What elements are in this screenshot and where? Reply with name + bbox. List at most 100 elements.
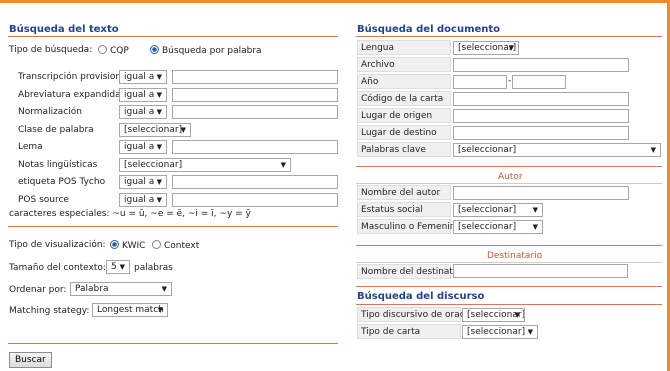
matching-value: Longest match (97, 305, 164, 315)
text-row-input[interactable] (172, 87, 338, 102)
text-row-operator[interactable]: igual a ▼ (119, 192, 167, 207)
year-to-input[interactable] (512, 75, 566, 89)
context-size-select[interactable]: 5 ▼ (106, 260, 130, 274)
text-row-operator[interactable]: igual a ▼ (119, 87, 167, 102)
order-select[interactable]: Palabra ▼ (70, 282, 172, 296)
doc-row-input[interactable] (453, 92, 629, 106)
doc-row-input[interactable] (453, 58, 629, 72)
chevron-down-icon: ▼ (527, 328, 533, 336)
autor-row-label: Nombre del autor (357, 185, 451, 200)
text-row-input[interactable] (172, 105, 338, 119)
doc-row-input[interactable] (453, 109, 629, 123)
text-row-operator[interactable]: igual a ▼ (119, 105, 167, 119)
year-dash: - (508, 76, 512, 86)
discurso-row-select-value: [seleccionar] (467, 327, 526, 337)
text-row-operator[interactable]: igual a ▼ (119, 70, 167, 84)
discurso-row-select[interactable]: [seleccionar] ▼ (462, 308, 525, 322)
discurso-title: Búsqueda del discurso (357, 291, 485, 302)
radio-cqp-label: CQP (110, 46, 129, 56)
autor-title: Autor (498, 172, 523, 182)
discurso-row-label: Tipo de carta (357, 324, 461, 339)
search-type-label: Tipo de búsqueda: (9, 45, 93, 55)
chevron-down-icon: ▼ (508, 44, 514, 52)
autor-row-input[interactable] (453, 186, 629, 200)
chevron-down-icon: ▼ (156, 143, 162, 151)
doc-row-select[interactable]: [seleccionar] ▼ (453, 143, 661, 157)
text-row-label: Normalización (18, 107, 82, 117)
text-row-label: Abreviatura expandida (18, 89, 121, 100)
year-from-input[interactable] (453, 75, 507, 89)
radio-cqp-icon[interactable] (98, 45, 107, 54)
buscar-button[interactable]: Buscar (9, 352, 52, 368)
text-row-operator-value: igual a (124, 177, 155, 187)
doc-row-select-value: [seleccionar] (458, 145, 517, 155)
doc-row-label: Año (357, 74, 451, 89)
radio-kwic-icon[interactable] (110, 240, 119, 249)
radio-context-label: Context (164, 241, 200, 251)
chevron-down-icon: ▼ (156, 178, 162, 186)
radio-kwic-label: KWIC (122, 241, 146, 251)
radio-palabra-label: Búsqueda por palabra (162, 46, 262, 56)
discurso-divider (356, 286, 662, 287)
left-bottom-divider (8, 343, 338, 344)
text-row-label: Notas lingüísticas (18, 159, 98, 170)
doc-row-label: Palabras clave (357, 142, 451, 157)
chevron-down-icon: ▼ (156, 108, 162, 116)
text-row-input[interactable] (172, 175, 338, 189)
doc-row-label: Archivo (357, 57, 451, 72)
text-row-label: POS source (18, 194, 69, 205)
text-row-label: Transcripción provisional (18, 72, 130, 82)
radio-cqp[interactable]: CQP (98, 45, 129, 56)
chevron-down-icon: ▼ (532, 206, 538, 214)
text-row-label: Lema (18, 142, 43, 152)
right-title-divider (356, 36, 662, 37)
chevron-down-icon: ▼ (514, 311, 520, 319)
chevron-down-icon: ▼ (157, 306, 163, 314)
discurso-row-label: Tipo discursivo de oración (357, 307, 478, 322)
radio-context-icon[interactable] (152, 240, 161, 249)
chevron-down-icon: ▼ (532, 223, 538, 231)
left-mid-divider (8, 226, 338, 227)
text-row-label: etiqueta POS Tycho (18, 177, 106, 187)
text-row-input[interactable] (172, 140, 338, 154)
radio-palabra-icon[interactable] (150, 45, 159, 54)
autor-row-select-value: [seleccionar] (458, 222, 517, 232)
text-row-operator-value: igual a (124, 142, 155, 152)
chevron-down-icon: ▼ (280, 160, 286, 169)
doc-row-input[interactable] (453, 126, 629, 140)
doc-row-select[interactable]: [seleccionar] ▼ (453, 41, 519, 55)
radio-context[interactable]: Context (152, 240, 199, 251)
text-row-select-value: [seleccionar] (124, 124, 183, 135)
left-section-title: Búsqueda del texto (9, 24, 119, 35)
text-row-operator-value: igual a (124, 194, 155, 205)
top-accent-bar (0, 0, 670, 3)
text-row-operator[interactable]: igual a ▼ (119, 140, 167, 154)
text-row-select[interactable]: [seleccionar] ▼ (119, 122, 191, 137)
chevron-down-icon: ▼ (161, 285, 167, 293)
text-row-input[interactable] (172, 70, 338, 84)
matching-select[interactable]: Longest match ▼ (92, 303, 168, 317)
chevron-down-icon: ▼ (156, 90, 162, 99)
discurso-title-divider (356, 304, 662, 305)
text-row-input[interactable] (172, 192, 338, 207)
destinatario-title: Destinatario (487, 251, 543, 261)
text-row-operator-value: igual a (124, 107, 155, 117)
text-row-operator[interactable]: igual a ▼ (119, 175, 167, 189)
text-row-select[interactable]: [seleccionar] ▼ (119, 157, 291, 172)
autor-row-select[interactable]: [seleccionar] ▼ (453, 203, 543, 217)
doc-row-label: Código de la carta (357, 91, 451, 106)
radio-palabra[interactable]: Búsqueda por palabra (150, 45, 262, 56)
discurso-row-select[interactable]: [seleccionar] ▼ (462, 325, 538, 339)
autor-row-select[interactable]: [seleccionar] ▼ (453, 220, 543, 234)
doc-row-label: Lugar de destino (357, 125, 451, 140)
text-row-operator-value: igual a (124, 89, 155, 100)
destinatario-name-input[interactable] (453, 264, 628, 278)
destinatario-divider (356, 245, 662, 246)
doc-row-select-value: [seleccionar] (458, 43, 517, 53)
text-row-select-value: [seleccionar] (124, 159, 183, 170)
autor-divider (356, 166, 662, 167)
chevron-down-icon: ▼ (119, 263, 125, 271)
order-label: Ordenar por: (9, 285, 67, 295)
autor-row-label: Estatus social (357, 202, 451, 217)
radio-kwic[interactable]: KWIC (110, 240, 145, 251)
